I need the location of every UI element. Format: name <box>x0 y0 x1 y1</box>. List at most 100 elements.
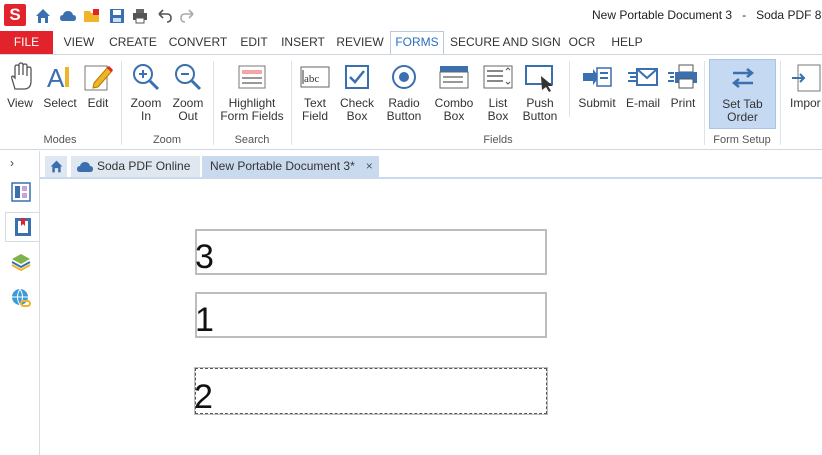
search-group-label: Search <box>234 134 270 146</box>
menu-tab-edit[interactable]: EDIT <box>236 31 272 54</box>
bookmarks-icon[interactable] <box>5 212 39 242</box>
close-tab-icon[interactable]: × <box>366 156 373 177</box>
edit-mode-button[interactable]: Edit <box>82 59 114 129</box>
ribbon: View A Select Edit Modes Zoom In Zoom Ou… <box>0 54 822 150</box>
select-mode-label: Select <box>43 96 77 110</box>
group-separator <box>291 61 292 145</box>
zoom-in-label-line2: In <box>140 109 151 123</box>
radio-button-label-line2: Button <box>386 109 422 123</box>
menu-tab-secure-and-sign[interactable]: SECURE AND SIGN <box>450 31 561 54</box>
save-icon[interactable] <box>107 6 127 26</box>
tab-soda-pdf-online[interactable]: Soda PDF Online <box>71 156 201 177</box>
undo-icon[interactable] <box>154 6 174 26</box>
zoom-out-icon <box>175 64 202 91</box>
view-mode-label: View <box>7 96 33 110</box>
group-separator <box>569 61 570 117</box>
text-field-icon: abc <box>300 66 330 88</box>
list-box-icon <box>483 65 513 89</box>
form-setup-group-label: Form Setup <box>713 134 771 146</box>
print-button[interactable]: Print <box>666 59 700 129</box>
set-tab-order-button[interactable]: Set Tab Order <box>709 59 776 129</box>
field-value: 2 <box>194 378 213 416</box>
group-separator <box>780 61 781 145</box>
push-button-label-line2: Button <box>522 109 558 123</box>
check-box-button[interactable]: Check Box <box>338 59 376 129</box>
menu-tab-view[interactable]: VIEW <box>60 31 98 54</box>
import-button[interactable]: Impor <box>786 59 822 129</box>
modes-group-label: Modes <box>43 134 77 146</box>
cloud-icon <box>77 162 93 172</box>
print-label: Print <box>670 96 696 110</box>
fields-group-label: Fields <box>483 134 513 146</box>
push-button-icon <box>525 65 553 92</box>
highlight-form-fields-button[interactable]: Highlight Form Fields <box>220 59 284 129</box>
home-icon[interactable] <box>33 6 53 26</box>
import-label: Impor <box>790 96 821 110</box>
radio-button-icon <box>392 65 416 89</box>
text-field-label-line2: Field <box>301 109 328 123</box>
email-label: E-mail <box>625 96 660 110</box>
side-panel: › <box>0 151 40 455</box>
edit-mode-label: Edit <box>87 96 109 110</box>
layers-icon[interactable] <box>10 251 32 273</box>
email-icon <box>628 68 658 86</box>
push-button-button[interactable]: Push Button <box>520 59 560 129</box>
tab-label: New Portable Document 3* <box>210 159 355 173</box>
zoom-out-button[interactable]: Zoom Out <box>170 59 206 129</box>
menu-tab-convert[interactable]: CONVERT <box>166 31 230 54</box>
menu-file[interactable]: FILE <box>0 31 53 54</box>
menu-tab-forms[interactable]: FORMS <box>390 31 444 55</box>
menu-tab-review[interactable]: REVIEW <box>334 31 386 54</box>
zoom-in-icon <box>133 64 160 91</box>
combo-box-button[interactable]: Combo Box <box>432 59 476 129</box>
home-icon <box>50 160 62 173</box>
form-text-field[interactable]: 1 <box>195 292 547 339</box>
document-title: New Portable Document 3 <box>592 8 733 22</box>
view-mode-button[interactable]: View <box>4 59 36 129</box>
tab-label: Soda PDF Online <box>97 159 191 173</box>
app-name: Soda PDF 8 <box>756 8 822 22</box>
title-bar: S New Portable Document 3- Soda PDF 8 <box>0 0 822 31</box>
highlight-label-line2: Form Fields <box>220 109 284 123</box>
email-button[interactable]: E-mail <box>622 59 664 129</box>
zoom-in-button[interactable]: Zoom In <box>128 59 164 129</box>
list-box-button[interactable]: List Box <box>480 59 516 129</box>
form-text-field-focused[interactable]: 2 <box>194 367 548 416</box>
combo-box-label-line2: Box <box>443 109 465 123</box>
select-text-icon: A <box>47 63 69 93</box>
thumbnails-icon[interactable] <box>10 181 32 203</box>
zoom-out-label-line2: Out <box>178 109 198 123</box>
check-box-label-line2: Box <box>346 109 368 123</box>
check-box-icon <box>345 65 369 89</box>
redo-icon[interactable] <box>178 6 198 26</box>
group-separator <box>213 61 214 145</box>
menu-tab-insert[interactable]: INSERT <box>278 31 328 54</box>
group-separator <box>121 61 122 145</box>
menu-tab-help[interactable]: HELP <box>606 31 648 54</box>
home-tab[interactable] <box>45 156 67 177</box>
menu-tab-create[interactable]: CREATE <box>105 31 161 54</box>
text-field-button[interactable]: abc Text Field <box>296 59 334 129</box>
menu-bar: FILE VIEW CREATE CONVERT EDIT INSERT REV… <box>0 31 822 55</box>
tab-new-portable-document-3[interactable]: New Portable Document 3* × <box>202 156 379 177</box>
printer-icon <box>668 64 697 89</box>
submit-icon <box>583 67 612 87</box>
form-text-field[interactable]: 3 <box>195 229 547 276</box>
menu-tab-ocr[interactable]: OCR <box>564 31 600 54</box>
list-box-label-line2: Box <box>487 109 509 123</box>
svg-text:abc: abc <box>304 73 319 85</box>
set-tab-order-label-line2: Order <box>727 110 758 124</box>
combo-box-icon <box>439 66 469 89</box>
radio-button-button[interactable]: Radio Button <box>383 59 425 129</box>
svg-text:A: A <box>47 63 65 93</box>
submit-label: Submit <box>578 96 616 110</box>
print-icon[interactable] <box>130 6 150 26</box>
cloud-icon[interactable] <box>58 6 78 26</box>
open-folder-icon[interactable] <box>82 6 102 26</box>
document-tab-strip: Soda PDF Online New Portable Document 3*… <box>40 151 822 179</box>
app-logo[interactable]: S <box>4 4 26 26</box>
expand-panel-chevron-icon[interactable]: › <box>10 156 14 170</box>
select-mode-button[interactable]: A Select <box>42 59 78 129</box>
web-link-icon[interactable] <box>10 287 32 309</box>
submit-button[interactable]: Submit <box>576 59 618 129</box>
